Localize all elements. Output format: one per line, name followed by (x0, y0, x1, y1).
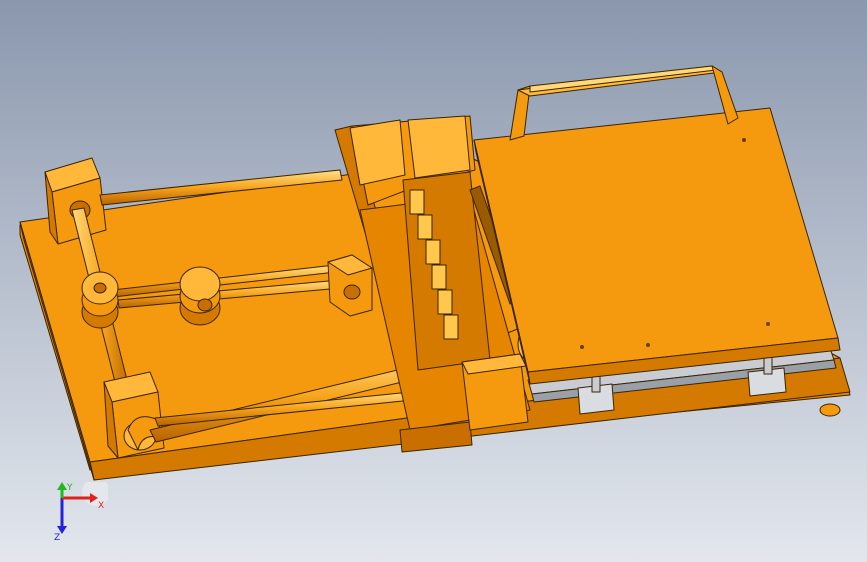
y-axis-label: Y (66, 483, 73, 493)
z-axis-label: Z (54, 533, 60, 542)
left-pulley-stack[interactable] (81, 271, 119, 329)
cad-model-assembly[interactable] (0, 0, 867, 562)
top-platform[interactable] (473, 107, 841, 385)
x-axis-label: X (98, 501, 104, 511)
leveling-foot[interactable] (819, 403, 841, 417)
coordinate-triad: Y X Z (54, 482, 108, 542)
right-pulley-stack[interactable] (179, 266, 221, 326)
front-clamp-block[interactable] (461, 353, 529, 431)
back-support-block[interactable] (44, 157, 107, 245)
cad-3d-viewport[interactable]: Y X Z (0, 0, 867, 562)
